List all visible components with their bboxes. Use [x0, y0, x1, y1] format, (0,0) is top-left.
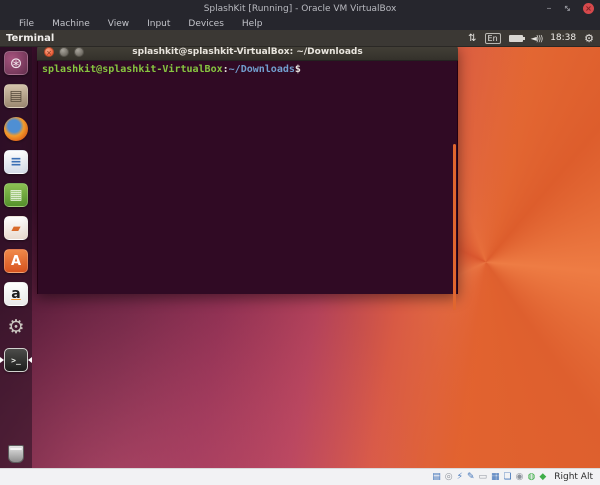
optical-drives-icon[interactable]: ◎ [445, 472, 453, 482]
menu-view[interactable]: View [99, 19, 138, 29]
close-button[interactable]: × [583, 3, 594, 14]
menu-devices[interactable]: Devices [179, 19, 232, 29]
vbox-menubar: File Machine View Input Devices Help [0, 17, 600, 30]
libreoffice-impress-icon: ▰ [4, 216, 28, 240]
video-capture-icon[interactable]: ◉ [516, 472, 524, 482]
terminal-prompt: splashkit@splashkit-VirtualBox:~/Downloa… [42, 64, 301, 75]
prompt-dollar: $ [294, 64, 301, 75]
active-app-name[interactable]: Terminal [6, 33, 54, 44]
terminal-icon: >_ [4, 348, 28, 372]
terminal-minimize-button[interactable] [59, 47, 69, 57]
libreoffice-writer-icon: ≡ [4, 150, 28, 174]
window-controls: – ↔ × [546, 0, 594, 17]
menu-machine[interactable]: Machine [43, 19, 99, 29]
terminal-close-button[interactable]: × [44, 47, 54, 57]
terminal-scrollbar[interactable] [453, 144, 456, 310]
firefox-icon [4, 117, 28, 141]
vbox-titlebar: SplashKit [Running] - Oracle VM VirtualB… [0, 0, 600, 17]
window-title: SplashKit [Running] - Oracle VM VirtualB… [203, 3, 397, 14]
virtualbox-window: SplashKit [Running] - Oracle VM VirtualB… [0, 0, 600, 485]
files-icon: ▤ [4, 84, 28, 108]
terminal-title: splashkit@splashkit-VirtualBox: ~/Downlo… [132, 47, 363, 57]
menu-help[interactable]: Help [233, 19, 272, 29]
launcher-item-system-settings[interactable]: ⚙ [0, 315, 32, 339]
launcher-item-ubuntu-dash[interactable]: ⊛ [0, 51, 32, 75]
mouse-integration-icon[interactable]: ◆ [539, 472, 546, 482]
ubuntu-desktop: Terminal ⇅ En ◄))) 18:38 ⚙ ⊛ ▤ ≡ ▦ ▰ A a… [0, 30, 600, 468]
network-icon[interactable]: ▭ [479, 472, 488, 482]
launcher-item-amazon[interactable]: a [0, 282, 32, 306]
terminal-maximize-button[interactable] [74, 47, 84, 57]
battery-icon[interactable] [508, 34, 525, 42]
terminal-body[interactable]: splashkit@splashkit-VirtualBox:~/Downloa… [37, 61, 458, 310]
launcher-item-terminal[interactable]: >_ [0, 348, 32, 372]
terminal-window-buttons: × [44, 47, 84, 57]
hard-disks-icon[interactable]: ▤ [432, 472, 441, 482]
launcher-item-trash[interactable] [0, 442, 32, 466]
launcher-item-firefox[interactable] [0, 117, 32, 141]
launcher-item-libreoffice-calc[interactable]: ▦ [0, 183, 32, 207]
usb-devices-icon[interactable]: ⚡ [457, 472, 463, 482]
display-icon[interactable]: ▦ [491, 472, 500, 482]
launcher-item-libreoffice-impress[interactable]: ▰ [0, 216, 32, 240]
restore-button[interactable]: ↔ [561, 2, 573, 14]
menu-file[interactable]: File [10, 19, 43, 29]
minimize-button[interactable]: – [546, 3, 551, 14]
keyboard-layout-indicator[interactable]: En [484, 32, 501, 44]
launcher-item-ubuntu-software[interactable]: A [0, 249, 32, 273]
launcher-item-libreoffice-writer[interactable]: ≡ [0, 150, 32, 174]
ubuntu-software-icon: A [4, 249, 28, 273]
libreoffice-calc-icon: ▦ [4, 183, 28, 207]
shared-folders-icon[interactable]: ❏ [504, 472, 512, 482]
terminal-window: × splashkit@splashkit-VirtualBox: ~/Down… [37, 44, 458, 310]
amazon-icon: a [4, 282, 28, 306]
unity-launcher: ⊛ ▤ ≡ ▦ ▰ A a ⚙ >_ [0, 47, 32, 468]
host-key-label: Right Alt [554, 472, 593, 482]
ubuntu-top-panel: Terminal ⇅ En ◄))) 18:38 ⚙ [0, 30, 600, 47]
vbox-statusbar: ▤ ◎ ⚡ ✎ ▭ ▦ ❏ ◉ ◍ ◆ Right Alt [0, 468, 600, 485]
clock[interactable]: 18:38 [550, 33, 576, 43]
trash-icon [8, 445, 24, 463]
system-tray: ⇅ En ◄))) 18:38 ⚙ [468, 32, 594, 45]
launcher-item-files[interactable]: ▤ [0, 84, 32, 108]
features-icon[interactable]: ◍ [527, 472, 535, 482]
prompt-user-host: splashkit@splashkit-VirtualBox [42, 64, 223, 75]
volume-icon[interactable]: ◄))) [531, 34, 543, 43]
menu-input[interactable]: Input [138, 19, 179, 29]
system-settings-icon: ⚙ [7, 316, 25, 338]
session-gear-icon[interactable]: ⚙ [584, 32, 594, 45]
ubuntu-dash-icon: ⊛ [4, 51, 28, 75]
network-indicator-icon[interactable]: ⇅ [468, 33, 476, 44]
prompt-path: ~/Downloads [228, 64, 295, 75]
audio-icon[interactable]: ✎ [467, 472, 475, 482]
